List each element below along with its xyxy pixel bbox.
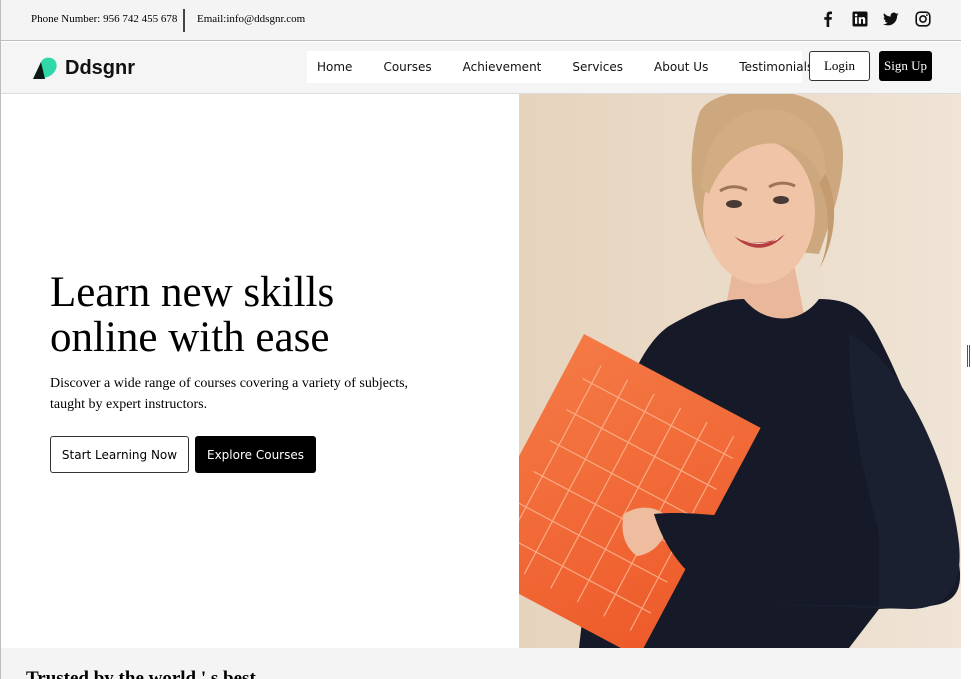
hero-subtext: Discover a wide range of courses coverin… <box>50 376 409 412</box>
hero-headline-line-2: online with ease <box>50 314 330 361</box>
hero-headline-line-1: Learn new skills <box>50 269 335 316</box>
brand-logo[interactable]: Ddsgnr <box>31 56 135 80</box>
facebook-icon[interactable] <box>819 10 837 28</box>
instagram-icon[interactable] <box>914 10 932 28</box>
phone-number: Phone Number: 956 742 455 678 <box>31 13 178 25</box>
brand-logo-icon <box>33 57 57 79</box>
trusted-section: Trusted by the world ' s best <box>1 648 961 679</box>
nav-testimonials[interactable]: Testimonials <box>739 60 813 74</box>
nav-about-us[interactable]: About Us <box>654 60 708 74</box>
nav-links: Home Courses Achievement Services About … <box>307 51 813 83</box>
explore-courses-button[interactable]: Explore Courses <box>195 436 316 473</box>
sign-up-button[interactable]: Sign Up <box>879 51 932 81</box>
email-address: Email:info@ddsgnr.com <box>197 13 306 25</box>
top-info-bar: Phone Number: 956 742 455 678 Email:info… <box>1 0 961 41</box>
brand-name: Ddsgnr <box>65 56 135 79</box>
twitter-icon[interactable] <box>882 10 900 28</box>
hero-photo-illustration <box>519 94 961 648</box>
login-button[interactable]: Login <box>809 51 870 81</box>
top-bar-divider <box>183 9 185 32</box>
nav-home[interactable]: Home <box>317 60 352 74</box>
nav-courses[interactable]: Courses <box>383 60 431 74</box>
trusted-heading: Trusted by the world ' s best <box>26 668 256 679</box>
nav-services[interactable]: Services <box>572 60 623 74</box>
hero-text-block: Learn new skills online with ease Discov… <box>50 270 470 415</box>
scrollbar-grip[interactable] <box>967 345 970 367</box>
nav-achievement[interactable]: Achievement <box>463 60 542 74</box>
start-learning-button[interactable]: Start Learning Now <box>50 436 189 473</box>
scroll-gutter <box>961 0 972 679</box>
hero-headline: Learn new skills online with ease <box>50 270 470 360</box>
hero-image <box>519 94 961 648</box>
linkedin-icon[interactable] <box>851 10 869 28</box>
main-navbar: Ddsgnr Home Courses Achievement Services… <box>1 42 961 94</box>
page-frame: Phone Number: 956 742 455 678 Email:info… <box>0 0 961 679</box>
